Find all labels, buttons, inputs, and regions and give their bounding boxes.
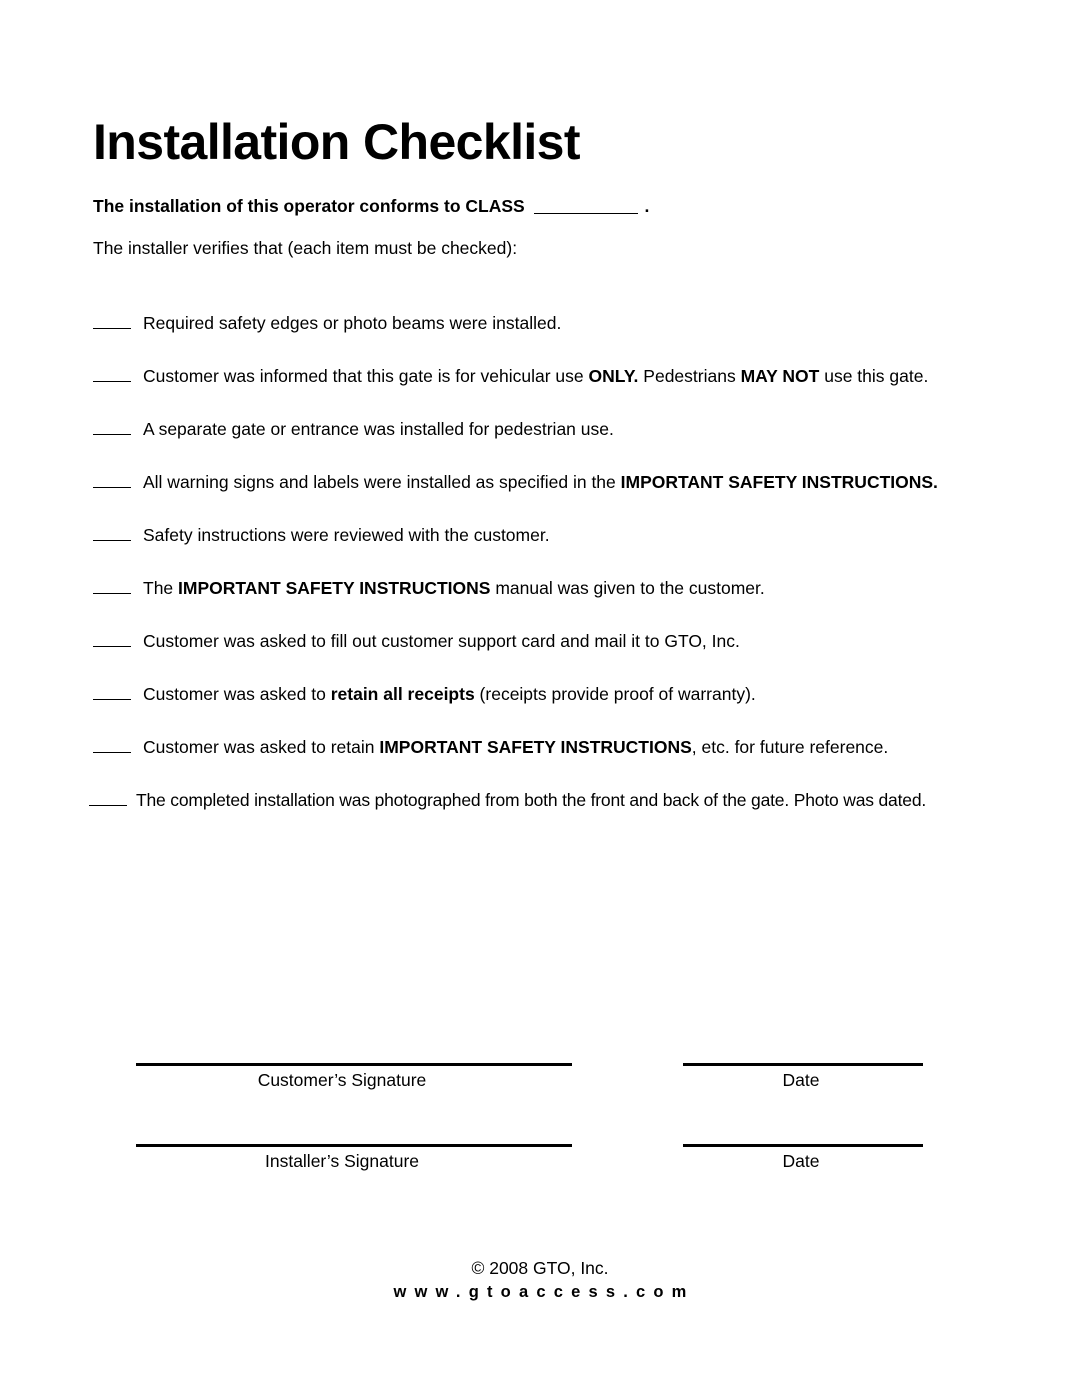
- conformance-prefix: The installation of this operator confor…: [93, 196, 525, 216]
- emphasis-text: retain all receipts: [330, 683, 475, 704]
- plain-text: All warning signs and labels were instal…: [143, 471, 621, 492]
- plain-text: The: [143, 577, 179, 598]
- checklist: Required safety edges or photo beams wer…: [89, 312, 1013, 842]
- checkbox-blank[interactable]: [93, 736, 131, 753]
- checklist-item-separate-pedestrian-gate[interactable]: A separate gate or entrance was installe…: [93, 418, 1013, 471]
- class-blank-field[interactable]: [533, 196, 638, 214]
- date-label: Date: [782, 1070, 820, 1090]
- checklist-item-manual-given[interactable]: The IMPORTANT SAFETY INSTRUCTIONS manual…: [93, 577, 1013, 630]
- checklist-item-label: Required safety edges or photo beams wer…: [143, 313, 561, 333]
- checklist-item-label: All warning signs and labels were instal…: [143, 472, 938, 492]
- checklist-item-retain-instructions[interactable]: Customer was asked to retain IMPORTANT S…: [93, 736, 1013, 789]
- emphasis-text: ONLY.: [588, 365, 639, 386]
- checklist-item-label: Safety instructions were reviewed with t…: [143, 525, 550, 545]
- date-label: Date: [782, 1151, 820, 1171]
- checkbox-blank[interactable]: [93, 630, 131, 647]
- emphasis-text: IMPORTANT SAFETY INSTRUCTIONS: [379, 736, 692, 757]
- checklist-item-label: The completed installation was photograp…: [136, 790, 926, 810]
- checkbox-blank[interactable]: [93, 683, 131, 700]
- signature-line[interactable]: [136, 1063, 572, 1066]
- checklist-item-safety-edges[interactable]: Required safety edges or photo beams wer…: [93, 312, 1013, 365]
- checklist-item-retain-receipts[interactable]: Customer was asked to retain all receipt…: [93, 683, 1013, 736]
- page-footer: © 2008 GTO, Inc. www.gtoaccess.com: [0, 1258, 1080, 1305]
- checklist-item-label: A separate gate or entrance was installe…: [143, 419, 614, 439]
- date-line[interactable]: [683, 1063, 923, 1066]
- checklist-item-photographed[interactable]: The completed installation was photograp…: [89, 789, 1013, 842]
- document-page: Installation Checklist The installation …: [0, 0, 1080, 1397]
- page-title: Installation Checklist: [93, 113, 581, 170]
- plain-text: The completed installation was photograp…: [136, 789, 927, 810]
- checkbox-blank[interactable]: [89, 789, 127, 806]
- checkbox-blank[interactable]: [93, 577, 131, 594]
- plain-text: (receipts provide proof of warranty).: [474, 683, 756, 704]
- checkbox-blank[interactable]: [93, 524, 131, 541]
- plain-text: Customer was informed that this gate is …: [143, 365, 589, 386]
- plain-text: Customer was asked to fill out customer …: [143, 630, 740, 651]
- checklist-item-safety-instructions-reviewed[interactable]: Safety instructions were reviewed with t…: [93, 524, 1013, 577]
- signature-row: Installer’s Signature Date: [0, 1131, 1080, 1212]
- checkbox-blank[interactable]: [93, 418, 131, 435]
- signature-label: Installer’s Signature: [264, 1151, 420, 1171]
- checkbox-blank[interactable]: [93, 312, 131, 329]
- signature-line[interactable]: [136, 1144, 572, 1147]
- checkbox-blank[interactable]: [93, 471, 131, 488]
- signature-row: Customer’s Signature Date: [0, 1050, 1080, 1131]
- checkbox-blank[interactable]: [93, 365, 131, 382]
- plain-text: Required safety edges or photo beams wer…: [143, 312, 562, 333]
- plain-text: , etc. for future reference.: [691, 736, 889, 757]
- date-line[interactable]: [683, 1144, 923, 1147]
- checklist-item-label: The IMPORTANT SAFETY INSTRUCTIONS manual…: [143, 578, 765, 598]
- conformance-suffix: .: [644, 196, 650, 216]
- plain-text: use this gate.: [819, 365, 929, 386]
- checklist-item-vehicular-use-only[interactable]: Customer was informed that this gate is …: [93, 365, 1013, 418]
- checklist-item-label: Customer was asked to retain IMPORTANT S…: [143, 737, 888, 757]
- checklist-item-label: Customer was asked to fill out customer …: [143, 631, 740, 651]
- plain-text: A separate gate or entrance was installe…: [143, 418, 614, 439]
- plain-text: Customer was asked to: [143, 683, 331, 704]
- signature-block: Customer’s Signature Date Installer’s Sign…: [0, 1050, 1080, 1212]
- plain-text: manual was given to the customer.: [490, 577, 765, 598]
- emphasis-text: MAY NOT: [740, 365, 820, 386]
- website-url: www.gtoaccess.com: [393, 1282, 695, 1301]
- copyright-text: © 2008 GTO, Inc.: [471, 1258, 609, 1278]
- conformance-statement: The installation of this operator confor…: [93, 196, 649, 217]
- checklist-item-label: Customer was informed that this gate is …: [143, 366, 928, 386]
- checklist-item-label: Customer was asked to retain all receipt…: [143, 684, 756, 704]
- emphasis-text: IMPORTANT SAFETY INSTRUCTIONS: [178, 577, 491, 598]
- plain-text: Pedestrians: [638, 365, 741, 386]
- plain-text: Customer was asked to retain: [143, 736, 380, 757]
- verification-instruction: The installer verifies that (each item m…: [93, 238, 518, 258]
- checklist-item-support-card[interactable]: Customer was asked to fill out customer …: [93, 630, 1013, 683]
- signature-label: Customer’s Signature: [257, 1070, 427, 1090]
- plain-text: Safety instructions were reviewed with t…: [143, 524, 550, 545]
- checklist-item-warning-signs-labels[interactable]: All warning signs and labels were instal…: [93, 471, 1013, 524]
- emphasis-text: IMPORTANT SAFETY INSTRUCTIONS.: [620, 471, 938, 492]
